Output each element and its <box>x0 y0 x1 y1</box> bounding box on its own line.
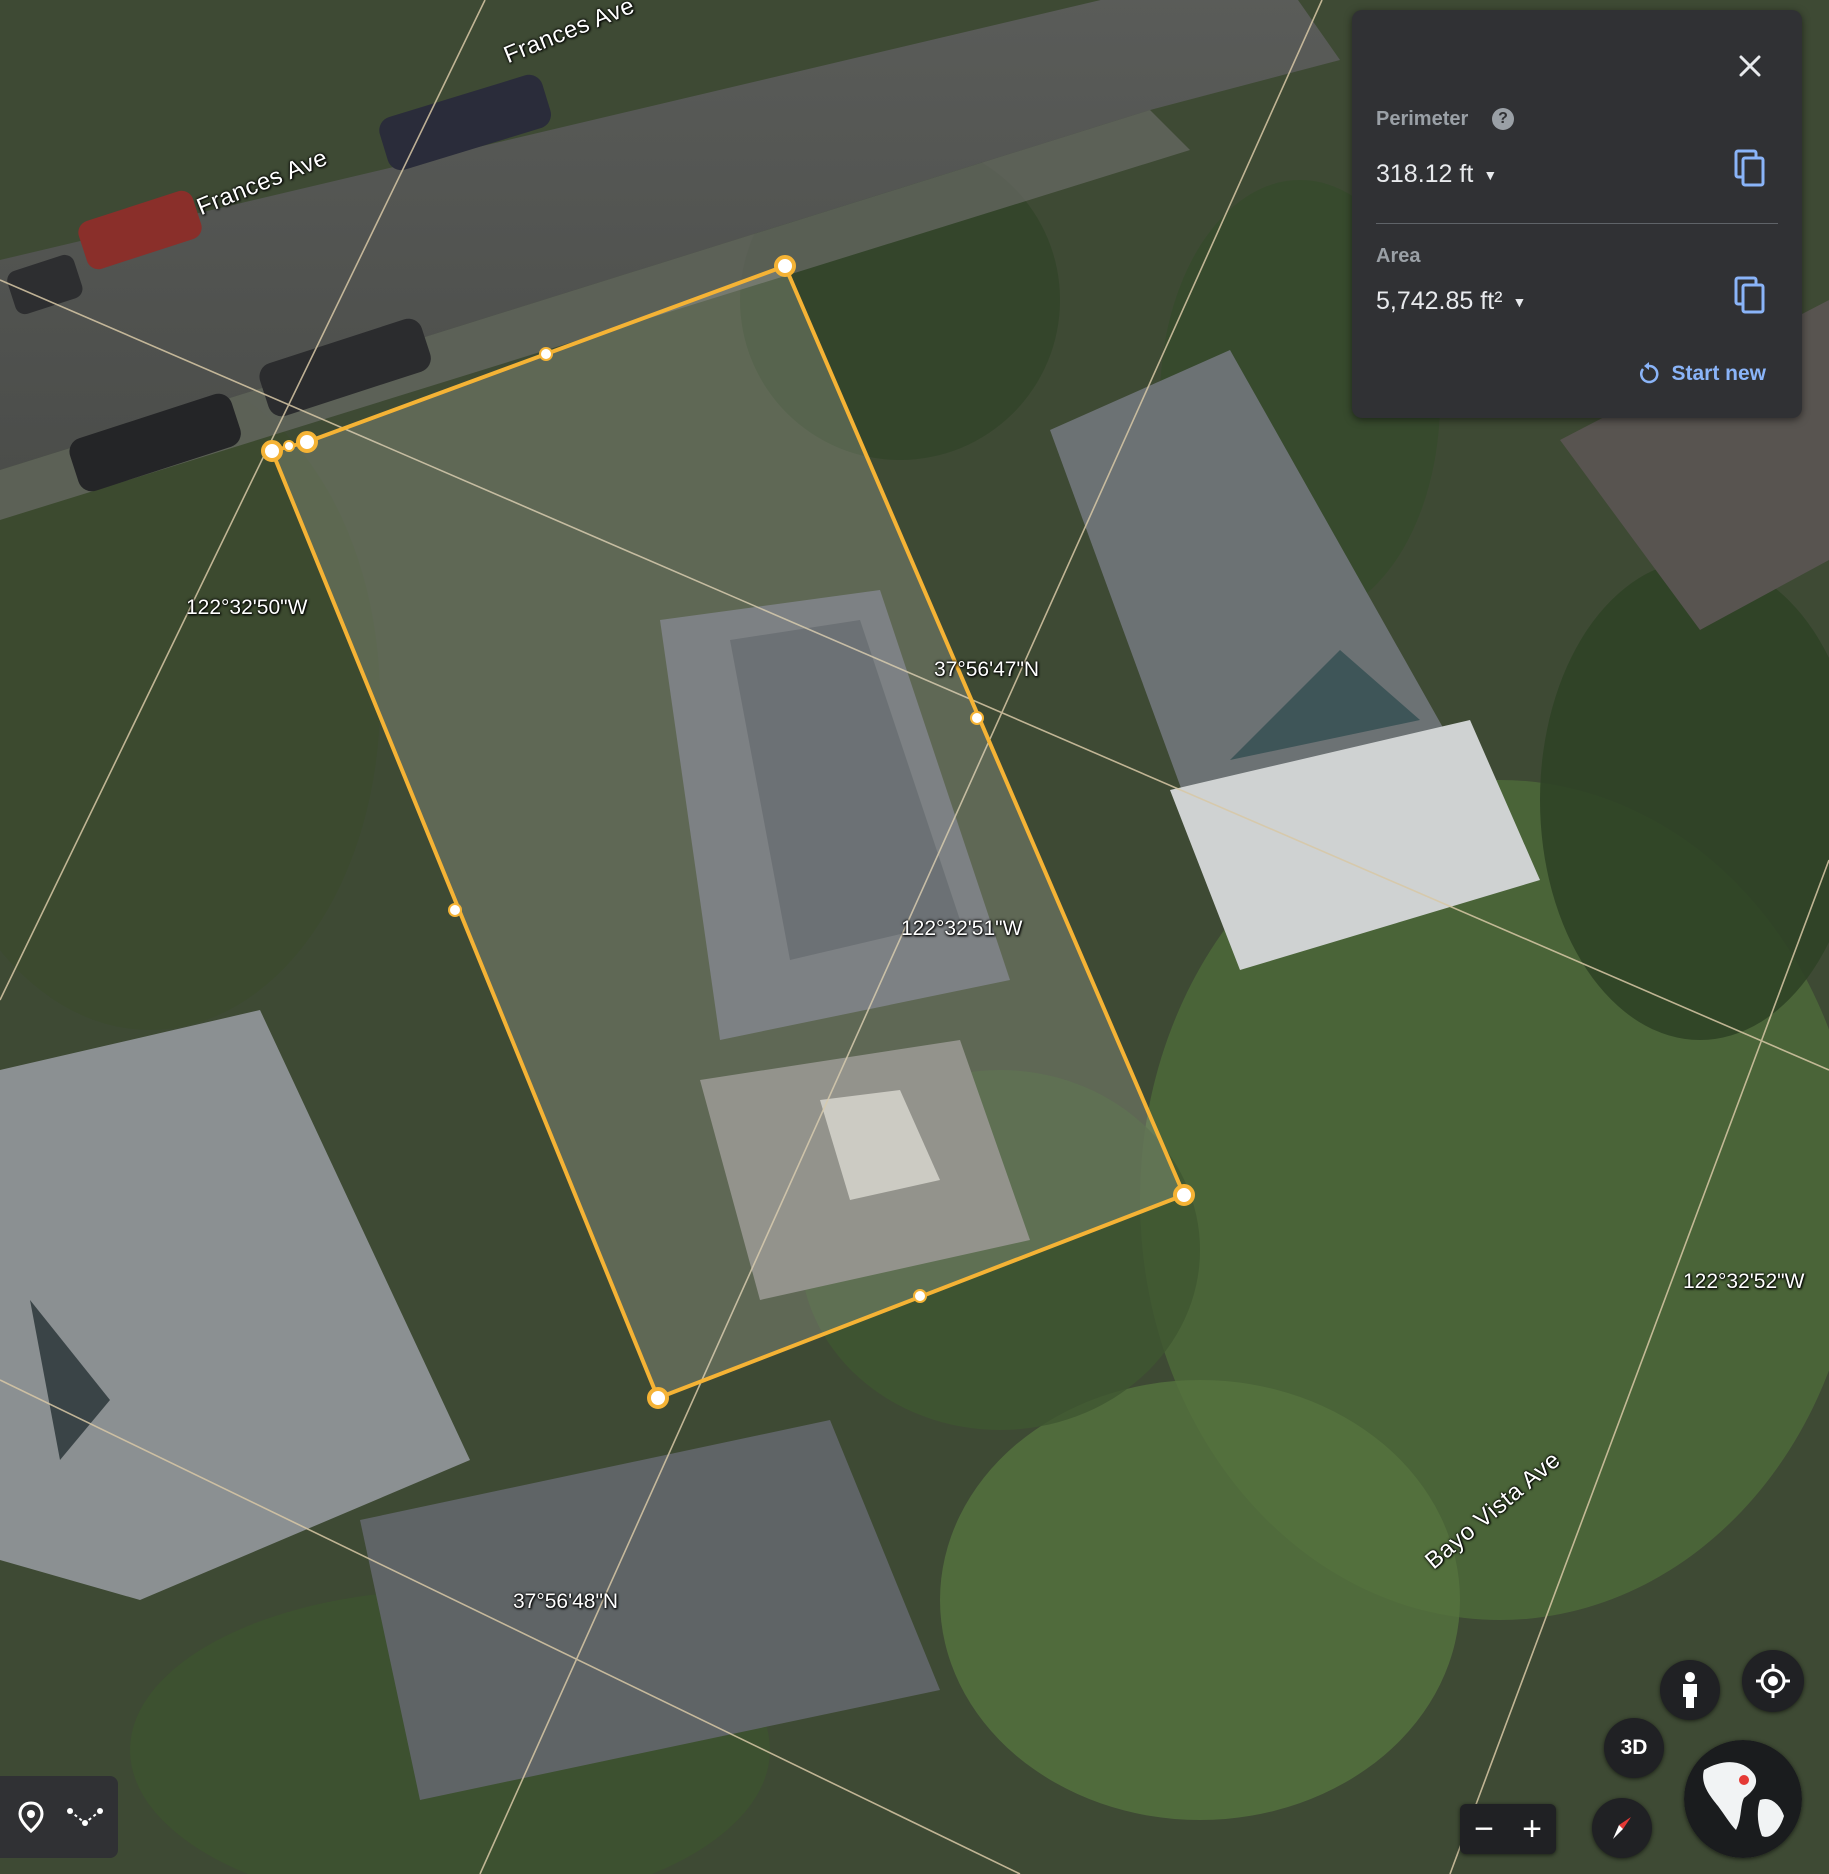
locate-icon <box>1756 1664 1790 1698</box>
path-icon <box>67 1808 103 1826</box>
close-button[interactable] <box>1734 50 1766 82</box>
vertex-handle[interactable] <box>296 431 318 453</box>
midpoint-handle[interactable] <box>448 903 462 917</box>
place-icon <box>18 1801 44 1833</box>
tool-bar <box>0 1776 118 1858</box>
zoom-in-button[interactable]: + <box>1508 1804 1556 1854</box>
globe-icon <box>1684 1740 1802 1858</box>
close-icon <box>1739 55 1761 77</box>
perimeter-unit-dropdown[interactable]: ▼ <box>1483 167 1497 183</box>
vertex-handle[interactable] <box>1173 1184 1195 1206</box>
panel-divider <box>1376 223 1778 224</box>
measure-panel: Perimeter ? 318.12 ft ▼ Area 5,742.85 ft²… <box>1352 10 1802 418</box>
longitude-label: 122°32'51"W <box>901 917 1023 940</box>
refresh-icon <box>1640 362 1659 384</box>
longitude-label: 122°32'50"W <box>186 596 308 619</box>
help-icon[interactable]: ? <box>1492 108 1514 130</box>
copy-icon <box>1734 276 1765 314</box>
area-value-row: 5,742.85 ft² ▼ <box>1376 287 1526 316</box>
start-new-label: Start new <box>1671 362 1766 385</box>
area-unit-dropdown[interactable]: ▼ <box>1512 294 1526 310</box>
perimeter-value: 318.12 ft <box>1376 160 1474 188</box>
area-label: Area <box>1376 245 1421 267</box>
perimeter-label: Perimeter <box>1376 108 1469 130</box>
latitude-label: 37°56'48"N <box>513 1590 619 1613</box>
copy-area-button[interactable] <box>1732 275 1768 315</box>
longitude-label: 122°32'52"W <box>1683 1270 1805 1293</box>
toggle-3d-button[interactable]: 3D <box>1604 1718 1664 1778</box>
zoom-control: − + <box>1460 1804 1556 1854</box>
midpoint-handle[interactable] <box>913 1289 927 1303</box>
street-view-button[interactable] <box>1660 1660 1720 1720</box>
copy-icon <box>1734 149 1765 187</box>
zoom-out-button[interactable]: − <box>1460 1804 1508 1854</box>
vertex-handle[interactable] <box>261 440 283 462</box>
globe-button[interactable] <box>1684 1740 1802 1858</box>
compass-icon <box>1613 1817 1631 1839</box>
my-location-button[interactable] <box>1742 1650 1804 1712</box>
add-placemark-button[interactable] <box>8 1794 54 1840</box>
vertex-handle[interactable] <box>774 255 796 277</box>
measure-path-button[interactable] <box>62 1794 108 1840</box>
start-new-button[interactable]: Start new <box>1637 362 1766 386</box>
copy-perimeter-button[interactable] <box>1732 148 1768 188</box>
pegman-icon <box>1683 1672 1697 1708</box>
vertex-handle[interactable] <box>647 1387 669 1409</box>
area-value: 5,742.85 ft² <box>1376 287 1503 315</box>
latitude-label: 37°56'47"N <box>934 658 1040 681</box>
perimeter-value-row: 318.12 ft ▼ <box>1376 160 1497 189</box>
compass-button[interactable] <box>1592 1798 1652 1858</box>
midpoint-handle[interactable] <box>539 347 553 361</box>
midpoint-handle[interactable] <box>970 711 984 725</box>
midpoint-handle[interactable] <box>283 440 295 452</box>
